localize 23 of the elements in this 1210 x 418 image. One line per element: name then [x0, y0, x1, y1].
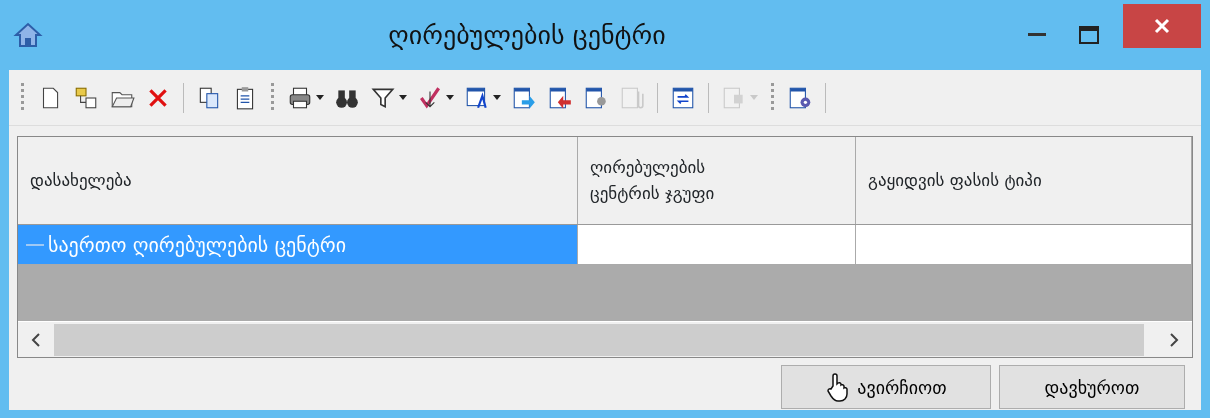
select-button[interactable]: ავირჩიოთ [781, 365, 991, 409]
caret-icon [316, 95, 324, 100]
scroll-right-icon[interactable] [1168, 331, 1180, 348]
column-header[interactable]: დასახელება [18, 137, 578, 224]
hand-cursor-icon [825, 372, 850, 402]
window-title: ღირებულების ცენტრი [387, 18, 667, 52]
caret-icon [493, 95, 501, 100]
checkmark-icon [417, 84, 443, 111]
caret-icon [446, 95, 454, 100]
close-icon [1154, 18, 1170, 34]
caret-icon [399, 95, 407, 100]
close-dialog-button[interactable]: დავხუროთ [999, 365, 1185, 409]
table-cell[interactable] [578, 225, 856, 265]
close-button[interactable] [1123, 4, 1201, 48]
scroll-left-icon[interactable] [30, 331, 42, 348]
caret-icon [750, 95, 758, 100]
maximize-icon [1079, 26, 1099, 44]
column-header[interactable]: ღირებულების ცენტრის ჯგუფი [578, 137, 856, 224]
table-cell[interactable] [856, 225, 1192, 265]
house-icon [13, 20, 43, 50]
row-name: საერთო ღირებულების ცენტრი [48, 231, 347, 259]
column-header[interactable]: გაყიდვის ფასის ტიპი [856, 137, 1192, 224]
minimize-icon [1028, 33, 1046, 37]
